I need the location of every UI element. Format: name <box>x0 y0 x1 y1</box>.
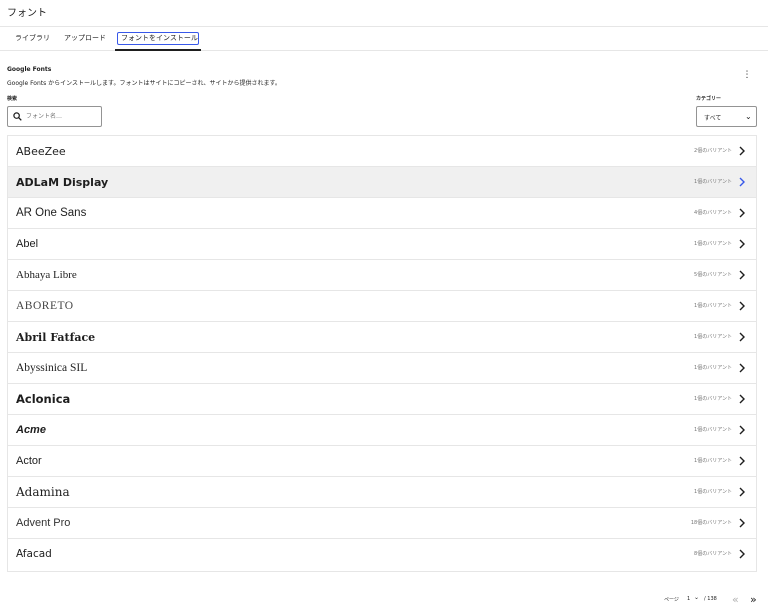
chevron-right-icon <box>739 456 745 466</box>
tab-library[interactable]: ライブラリ <box>15 27 50 50</box>
variant-count: 2個のバリアント <box>694 148 732 154</box>
search-field <box>7 106 102 127</box>
chevron-right-icon <box>739 394 745 404</box>
font-row[interactable]: Abyssinica SIL 1個のバリアント <box>8 353 756 384</box>
collection-description: Google Fonts からインストールします。フォントはサイトにコピーされ、… <box>7 80 281 87</box>
previous-page-button[interactable]: « <box>732 593 739 607</box>
active-tab-indicator <box>115 49 201 51</box>
variant-count: 1個のバリアント <box>694 458 732 464</box>
variant-count: 1個のバリアント <box>694 241 732 247</box>
modal-title: フォント <box>7 8 47 19</box>
chevron-right-icon <box>739 518 745 528</box>
chevron-right-icon <box>739 270 745 280</box>
pagination-label: ページ <box>664 597 679 603</box>
font-name: Abyssinica SIL <box>16 362 88 374</box>
font-row[interactable]: ADLaM Display 1個のバリアント <box>8 167 756 198</box>
variant-count: 4個のバリアント <box>694 210 732 216</box>
font-list: ABeeZee 2個のバリアント ADLaM Display 1個のバリアント … <box>7 135 757 572</box>
chevron-right-icon <box>739 363 745 373</box>
more-options-icon[interactable]: ⋮ <box>741 69 753 81</box>
chevron-right-icon <box>739 146 745 156</box>
variant-count: 1個のバリアント <box>694 365 732 371</box>
page-dropdown-icon[interactable]: ⌄ <box>694 594 699 601</box>
font-row[interactable]: Aclonica 1個のバリアント <box>8 384 756 415</box>
chevron-right-icon <box>739 301 745 311</box>
variant-count: 5個のバリアント <box>694 272 732 278</box>
font-name: ADLaM Display <box>16 176 109 189</box>
font-row[interactable]: ABORETO 1個のバリアント <box>8 291 756 322</box>
next-page-button[interactable]: » <box>750 593 757 607</box>
font-row[interactable]: AR One Sans 4個のバリアント <box>8 198 756 229</box>
chevron-right-icon <box>739 425 745 435</box>
font-row[interactable]: Advent Pro 18個のバリアント <box>8 508 756 539</box>
search-input[interactable] <box>26 110 98 123</box>
variant-count: 1個のバリアント <box>694 334 732 340</box>
font-name: Abel <box>16 238 39 250</box>
modal-header: フォント <box>0 0 768 27</box>
font-name: Acme <box>16 424 46 436</box>
chevron-right-icon <box>739 239 745 249</box>
font-name: ABORETO <box>16 300 74 312</box>
font-row[interactable]: Abril Fatface 1個のバリアント <box>8 322 756 353</box>
search-icon <box>13 112 22 121</box>
chevron-down-icon: ⌄ <box>745 112 752 121</box>
variant-count: 8個のバリアント <box>694 551 732 557</box>
tab-bar: ライブラリ アップロード フォントをインストール <box>0 27 768 51</box>
variant-count: 1個のバリアント <box>694 303 732 309</box>
current-page-select[interactable]: 1 <box>687 596 690 602</box>
font-name: AR One Sans <box>16 207 87 219</box>
variant-count: 1個のバリアント <box>694 396 732 402</box>
font-row[interactable]: Acme 1個のバリアント <box>8 415 756 446</box>
collection-title: Google Fonts <box>7 66 52 73</box>
font-name: ABeeZee <box>16 145 66 158</box>
variant-count: 1個のバリアント <box>694 489 732 495</box>
total-pages: / 138 <box>704 596 717 602</box>
font-name: Abril Fatface <box>16 331 96 344</box>
chevron-right-icon <box>739 177 745 187</box>
font-row[interactable]: ABeeZee 2個のバリアント <box>8 136 756 167</box>
variant-count: 1個のバリアント <box>694 427 732 433</box>
font-row[interactable]: Actor 1個のバリアント <box>8 446 756 477</box>
variant-count: 18個のバリアント <box>690 520 732 526</box>
font-row[interactable]: Abel 1個のバリアント <box>8 229 756 260</box>
category-value: すべて <box>704 115 722 122</box>
font-name: Actor <box>16 455 42 467</box>
chevron-right-icon <box>739 332 745 342</box>
font-row[interactable]: Adamina 1個のバリアント <box>8 477 756 508</box>
font-row[interactable]: Abhaya Libre 5個のバリアント <box>8 260 756 291</box>
tab-upload[interactable]: アップロード <box>64 27 106 50</box>
font-name: Advent Pro <box>16 517 71 529</box>
chevron-right-icon <box>739 487 745 497</box>
font-name: Aclonica <box>16 392 71 406</box>
font-name: Adamina <box>16 485 70 499</box>
chevron-right-icon <box>739 549 745 559</box>
font-name: Abhaya Libre <box>16 269 77 281</box>
category-label: カテゴリー <box>696 96 722 102</box>
variant-count: 1個のバリアント <box>694 179 732 185</box>
chevron-right-icon <box>739 208 745 218</box>
tab-install-fonts[interactable]: フォントをインストール <box>115 27 201 51</box>
font-row[interactable]: Afacad 8個のバリアント <box>8 539 756 570</box>
tab-install-fonts-label: フォントをインストール <box>121 34 198 42</box>
search-label: 検索 <box>7 96 18 102</box>
font-name: Afacad <box>16 548 52 560</box>
category-select[interactable]: すべて ⌄ <box>696 106 757 127</box>
